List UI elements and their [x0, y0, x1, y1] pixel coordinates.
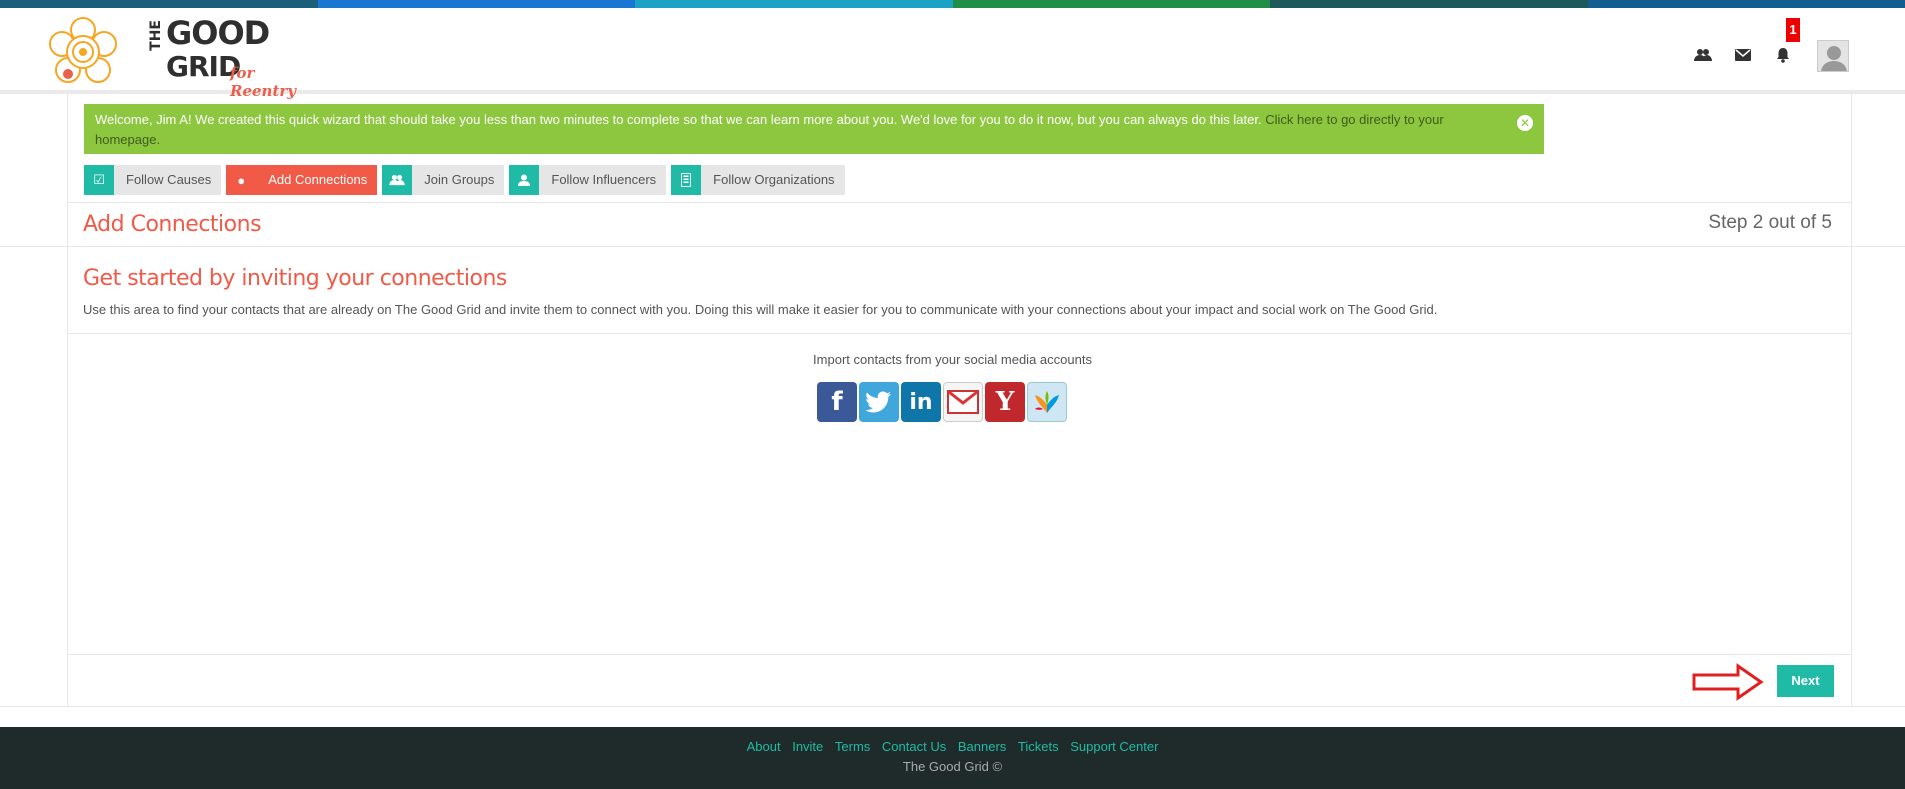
bell-icon[interactable]: [1773, 46, 1793, 64]
step-label: Follow Influencers: [539, 165, 667, 195]
flower-logo-icon: [49, 17, 117, 83]
strip-segment: [635, 0, 953, 8]
step-label: Add Connections: [256, 165, 378, 195]
linkedin-icon[interactable]: in: [901, 382, 941, 422]
facebook-icon[interactable]: f: [817, 382, 857, 422]
next-button[interactable]: Next: [1777, 665, 1834, 697]
site-logo[interactable]: THE GOOD GRID for Reentry: [48, 12, 296, 100]
strip-segment: [1270, 0, 1588, 8]
site-footer: About Invite Terms Contact Us Banners Ti…: [0, 727, 1905, 789]
close-icon[interactable]: ✕: [1517, 115, 1533, 131]
globe-icon: ●: [226, 165, 257, 195]
welcome-alert: Welcome, Jim A! We created this quick wi…: [84, 104, 1544, 154]
logo-good: GOOD: [166, 14, 270, 52]
step-label: Join Groups: [412, 165, 505, 195]
yahoo-icon[interactable]: Y: [985, 382, 1025, 422]
alert-message: Welcome, Jim A! We created this quick wi…: [95, 112, 1262, 127]
footer-link-invite[interactable]: Invite: [792, 739, 823, 754]
footer-link-about[interactable]: About: [747, 739, 781, 754]
msn-icon[interactable]: [1027, 382, 1067, 422]
checkbox-icon: ☑: [84, 165, 114, 195]
arrow-right-icon: [1692, 663, 1764, 701]
footer-link-tickets[interactable]: Tickets: [1018, 739, 1059, 754]
import-label: Import contacts from your social media a…: [813, 352, 1092, 367]
footer-link-terms[interactable]: Terms: [835, 739, 870, 754]
notification-badge: 1: [1786, 18, 1800, 42]
step-counter: Step 2 out of 5: [1708, 212, 1832, 233]
step-follow-causes[interactable]: ☑ Follow Causes: [84, 165, 222, 195]
step-label: Follow Organizations: [701, 165, 845, 195]
section-title: Add Connections: [83, 212, 262, 237]
user-icon: [509, 165, 540, 195]
building-icon: [671, 165, 702, 195]
strip-segment: [1587, 0, 1905, 8]
step-label: Follow Causes: [114, 165, 222, 195]
envelope-icon[interactable]: [1733, 46, 1753, 64]
people-icon[interactable]: [1693, 46, 1713, 64]
top-color-strip: [0, 0, 1905, 8]
step-follow-influencers[interactable]: Follow Influencers: [509, 165, 667, 195]
copyright: The Good Grid ©: [902, 759, 1003, 774]
footer-links: About Invite Terms Contact Us Banners Ti…: [0, 739, 1905, 754]
strip-segment: [0, 0, 318, 8]
divider: [0, 246, 1905, 247]
invite-title: Get started by inviting your connections: [83, 266, 507, 291]
twitter-icon[interactable]: [859, 382, 899, 422]
gmail-icon[interactable]: [943, 382, 983, 422]
divider: [0, 706, 1905, 707]
footer-link-support[interactable]: Support Center: [1070, 739, 1158, 754]
site-header: THE GOOD GRID for Reentry 1: [0, 8, 1905, 100]
step-add-connections[interactable]: ● Add Connections: [226, 165, 378, 195]
step-join-groups[interactable]: Join Groups: [382, 165, 505, 195]
footer-link-contact[interactable]: Contact Us: [882, 739, 946, 754]
invite-description: Use this area to find your contacts that…: [83, 302, 1438, 317]
social-providers: f in Y: [817, 382, 1067, 422]
strip-segment: [317, 0, 635, 8]
strip-segment: [952, 0, 1270, 8]
divider: [67, 654, 1852, 655]
logo-the: THE: [148, 20, 164, 51]
footer-link-banners[interactable]: Banners: [958, 739, 1006, 754]
user-avatar[interactable]: [1817, 40, 1849, 72]
divider: [67, 333, 1852, 334]
wizard-steps: ☑ Follow Causes ● Add Connections Join G…: [84, 165, 845, 195]
step-follow-organizations[interactable]: Follow Organizations: [671, 165, 845, 195]
group-icon: [382, 165, 413, 195]
divider: [67, 202, 1852, 203]
